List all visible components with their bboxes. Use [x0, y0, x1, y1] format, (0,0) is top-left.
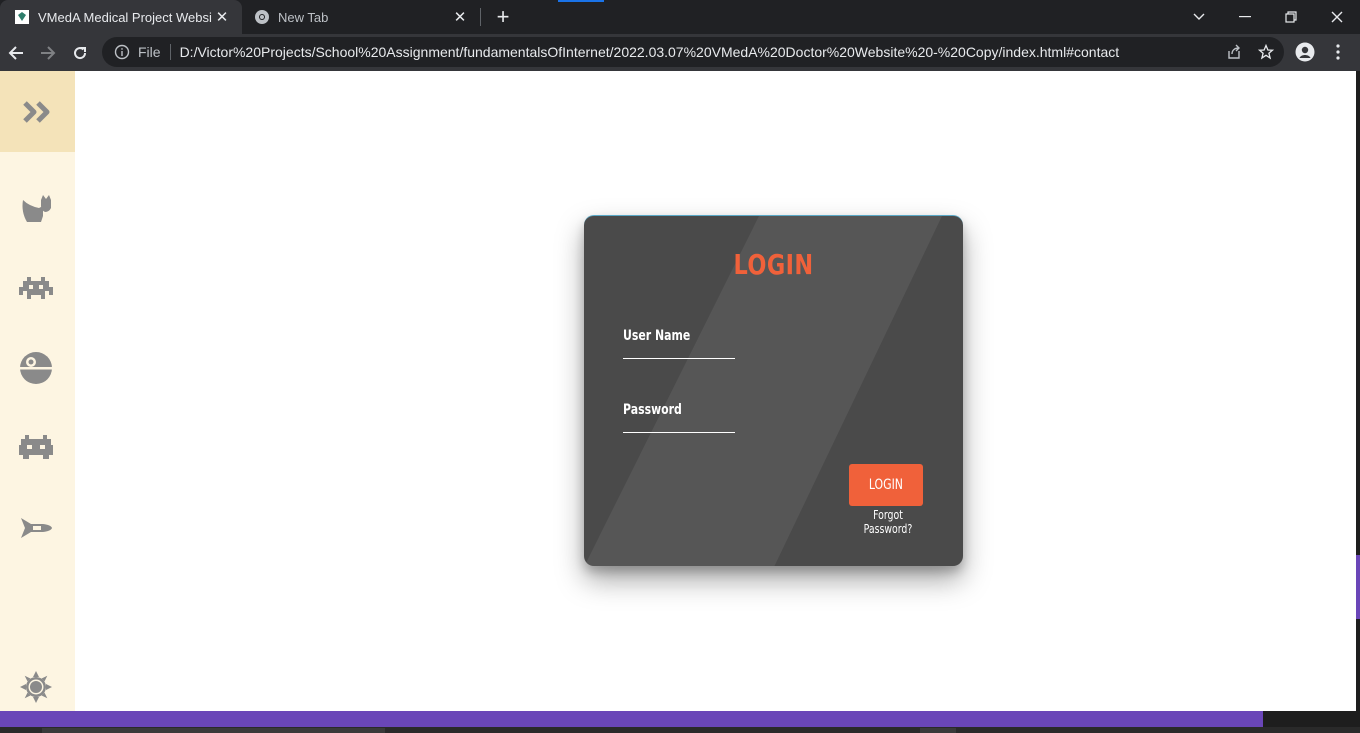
cat-icon [22, 195, 51, 222]
address-bar[interactable]: File D:/Victor%20Projects/School%20Assig… [102, 37, 1284, 67]
sidebar-item-cat[interactable] [14, 187, 58, 231]
taskbar-segment [920, 728, 956, 733]
tab-vmeda[interactable]: VMedA Medical Project Website ✕ [0, 0, 242, 34]
password-input[interactable] [623, 432, 735, 433]
menu-button[interactable] [1327, 41, 1349, 63]
info-icon[interactable] [114, 44, 130, 60]
bookmark-button[interactable] [1255, 41, 1277, 63]
tab-title: New Tab [278, 9, 329, 25]
profile-icon [1295, 42, 1315, 62]
death-star-icon [20, 352, 52, 384]
tab-close-icon[interactable]: ✕ [212, 7, 232, 27]
alien-icon [19, 435, 53, 459]
sun-gear-icon [20, 671, 52, 703]
new-tab-button[interactable]: + [490, 4, 516, 30]
browser-toolbar: File D:/Victor%20Projects/School%20Assig… [0, 34, 1360, 71]
forgot-password-link[interactable]: Forgot Password? [849, 508, 927, 536]
tab-new-tab[interactable]: New Tab ✕ [242, 0, 480, 34]
sidebar-item-ship[interactable] [14, 506, 58, 550]
space-invader-icon [19, 277, 53, 299]
tab-search-button[interactable] [1176, 0, 1222, 34]
chevron-down-icon [1193, 13, 1205, 20]
sidebar-item-invader[interactable] [14, 266, 58, 310]
spaceship-icon [21, 518, 52, 538]
close-window-button[interactable] [1314, 0, 1360, 34]
back-button[interactable] [2, 39, 30, 67]
page-viewport: LOGIN User Name Password LOGIN Forgot Pa… [0, 71, 1360, 733]
profile-button[interactable] [1294, 41, 1316, 63]
site-favicon-icon [15, 10, 29, 24]
login-card: LOGIN User Name Password LOGIN Forgot Pa… [584, 215, 963, 566]
reload-button[interactable] [66, 39, 94, 67]
footer-dark-segment [1263, 711, 1360, 727]
settings-button[interactable] [14, 665, 58, 709]
reload-icon [74, 47, 87, 60]
arrow-left-icon [8, 46, 23, 60]
username-label: User Name [623, 328, 691, 344]
browser-tab-strip: VMedA Medical Project Website ✕ New Tab … [0, 0, 1360, 34]
arrow-right-icon [41, 46, 56, 60]
sidebar [0, 71, 75, 711]
login-button-label: LOGIN [868, 477, 904, 493]
double-chevron-right-icon [22, 100, 49, 123]
sidebar-item-death-star[interactable] [14, 346, 58, 390]
taskbar-segment [42, 728, 385, 733]
star-icon [1258, 44, 1274, 60]
forward-button[interactable] [34, 39, 62, 67]
scheme-label: File [138, 44, 171, 60]
minimize-icon [1239, 16, 1251, 18]
tab-indicator [558, 0, 604, 2]
sidebar-toggle-button[interactable] [0, 71, 75, 152]
password-label: Password [623, 402, 682, 418]
restore-button[interactable] [1268, 0, 1314, 34]
share-button[interactable] [1223, 41, 1245, 63]
username-input[interactable] [623, 358, 735, 359]
kebab-menu-icon [1336, 44, 1340, 60]
minimize-button[interactable] [1222, 0, 1268, 34]
tab-close-icon[interactable]: ✕ [450, 7, 470, 27]
scrollbar[interactable] [1356, 71, 1360, 733]
url-text[interactable]: D:/Victor%20Projects/School%20Assignment… [180, 44, 1120, 60]
tab-title: VMedA Medical Project Website [38, 9, 212, 25]
sidebar-item-alien[interactable] [14, 426, 58, 470]
scrollbar-thumb[interactable] [1356, 555, 1360, 619]
login-button[interactable]: LOGIN [849, 464, 923, 506]
tab-separator [480, 8, 481, 26]
close-icon [1331, 11, 1343, 23]
login-title: LOGIN [733, 248, 814, 281]
chrome-icon [255, 10, 269, 24]
footer-bar [0, 711, 1263, 727]
restore-icon [1285, 11, 1297, 23]
share-icon [1228, 44, 1240, 59]
